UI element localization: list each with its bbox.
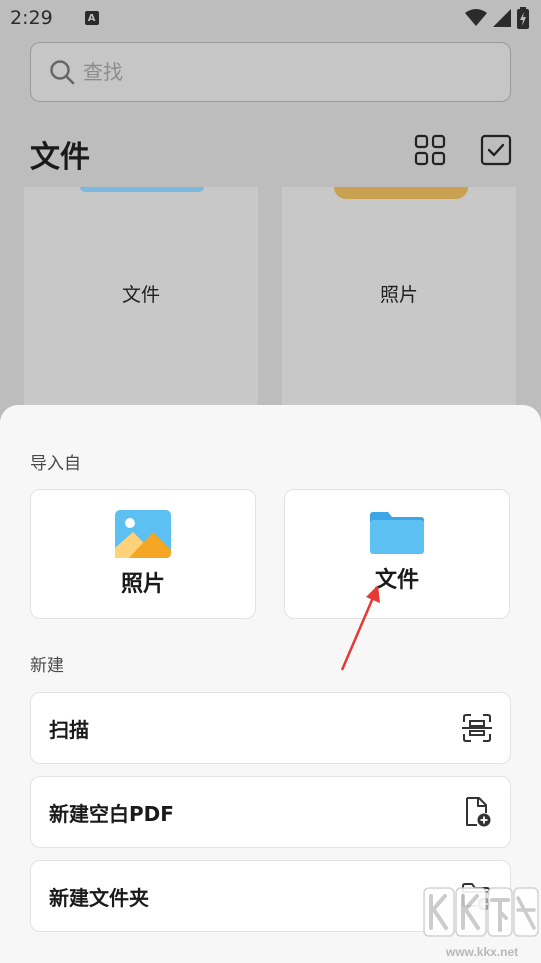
wifi-icon [465, 9, 487, 26]
new-pdf-icon [466, 797, 491, 827]
status-icons [465, 7, 529, 29]
watermark-url: www.kkx.net [445, 945, 518, 959]
folder-card-label: 文件 [121, 283, 160, 306]
grid-view-icon[interactable] [414, 134, 446, 166]
scan-label: 扫描 [49, 717, 89, 742]
scan-button[interactable]: 扫描 [30, 692, 511, 764]
page-title: 文件 [30, 140, 90, 175]
search-icon [50, 60, 75, 85]
battery-icon [517, 7, 529, 29]
new-section-label: 新建 [30, 656, 64, 676]
folder-card-photos[interactable]: 照片 [282, 187, 516, 427]
search-bar[interactable] [30, 42, 511, 102]
import-section-label: 导入自 [30, 454, 81, 474]
import-option-label: 照片 [120, 572, 165, 597]
scan-icon [462, 714, 492, 742]
new-folder-label: 新建文件夹 [49, 885, 149, 910]
photo-icon [115, 510, 171, 558]
search-input[interactable] [83, 60, 463, 84]
new-blank-pdf-button[interactable]: 新建空白PDF [30, 776, 511, 848]
watermark-logo-icon: www.kkx.net [423, 887, 539, 959]
notification-icon: A [84, 11, 99, 25]
status-bar: 2:29 A [0, 0, 541, 36]
import-photos-button[interactable]: 照片 [30, 489, 256, 619]
folder-card-label: 照片 [379, 283, 418, 306]
folder-icon [370, 512, 424, 554]
new-pdf-label: 新建空白PDF [49, 801, 174, 826]
import-files-button[interactable]: 文件 [284, 489, 510, 619]
annotation-arrow-icon [340, 585, 380, 671]
folder-card-files[interactable]: 文件 [24, 187, 258, 427]
folder-tab [80, 187, 204, 192]
signal-icon [493, 9, 511, 27]
folder-tab [334, 187, 468, 199]
select-checkbox-icon[interactable] [480, 134, 512, 166]
status-time: 2:29 [10, 7, 53, 29]
